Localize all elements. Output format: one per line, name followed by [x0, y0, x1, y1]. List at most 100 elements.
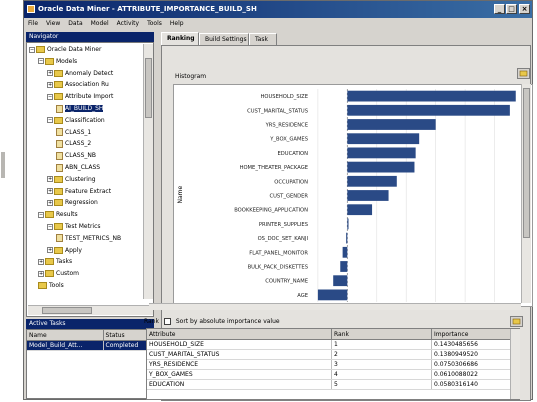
col-importance[interactable]: Importance [431, 329, 519, 340]
attribute-cell: EDUCATION [147, 379, 332, 390]
navigator-vertical-scrollbar[interactable] [143, 44, 153, 299]
menu-data[interactable]: Data [64, 18, 86, 30]
table-options-button[interactable] [510, 316, 523, 327]
folder-icon [45, 258, 54, 266]
importance-bar[interactable] [347, 104, 510, 116]
tree-item[interactable]: − Attribute Import [47, 92, 113, 101]
rank-cell: 3 [331, 359, 432, 370]
menu-view[interactable]: View [42, 18, 64, 30]
menu-file[interactable]: File [24, 18, 42, 30]
table-row[interactable]: EDUCATION 5 0.0580316140 [147, 379, 519, 390]
expand-icon[interactable]: + [47, 81, 53, 88]
plot-scroll-thumb[interactable] [523, 88, 530, 238]
navigator-horizontal-scrollbar[interactable] [28, 305, 153, 315]
tree-item[interactable]: TEST_METRICS_NB [56, 234, 121, 243]
importance-bar[interactable] [347, 204, 373, 216]
tree-item[interactable]: − Classification [47, 116, 105, 125]
tree-item[interactable]: + Regression [47, 198, 98, 207]
expand-icon[interactable]: + [47, 176, 53, 183]
table-row[interactable]: CUST_MARITAL_STATUS 2 0.1380949520 [147, 349, 519, 360]
importance-cell: 0.0610088022 [431, 369, 519, 380]
tree-item[interactable]: ABN_CLASS [56, 163, 100, 172]
tree-item[interactable]: + Apply [47, 246, 82, 255]
collapse-icon[interactable]: − [47, 117, 53, 124]
col-attribute[interactable]: Attribute [147, 329, 332, 340]
folder-icon [45, 211, 54, 219]
plot-horizontal-scrollbar[interactable] [149, 303, 521, 310]
menu-tools[interactable]: Tools [143, 18, 166, 30]
navigator-title: Navigator [26, 32, 154, 42]
task-name: Model_Build_Att... [27, 340, 104, 351]
menu-activity[interactable]: Activity [113, 18, 143, 30]
expand-icon[interactable]: + [38, 270, 44, 277]
plot-vertical-scrollbar[interactable] [521, 84, 531, 303]
tree-item[interactable]: CLASS_2 [56, 139, 91, 148]
tree-item[interactable]: − Results [38, 210, 78, 219]
tab-build-settings[interactable]: Build Settings [199, 33, 249, 45]
tree-item[interactable]: CLASS_NB [56, 151, 96, 160]
tree-item[interactable]: CLASS_1 [56, 128, 91, 137]
expand-icon[interactable]: + [38, 258, 44, 265]
menu-help[interactable]: Help [166, 18, 188, 30]
histogram-plot: Name HOUSEHOLD_SIZE CUST_MARITAL_STATUS YRS… [173, 84, 533, 307]
table-row[interactable]: YRS_RESIDENCE 3 0.0750306686 [147, 359, 519, 370]
importance-bar[interactable] [340, 261, 348, 272]
importance-bar[interactable] [347, 190, 389, 201]
navigator-scroll-thumb[interactable] [145, 58, 152, 118]
minimize-button[interactable]: _ [494, 4, 505, 14]
collapse-icon[interactable]: − [47, 93, 53, 100]
tree-item[interactable]: + Clustering [47, 175, 96, 184]
tab-ranking[interactable]: Ranking [161, 32, 199, 45]
folder-icon [54, 81, 63, 89]
expand-icon[interactable]: + [47, 188, 53, 195]
menu-model[interactable]: Model [87, 18, 113, 30]
importance-bar[interactable] [347, 175, 397, 187]
importance-bar[interactable] [333, 275, 348, 287]
table-row[interactable]: Y_BOX_GAMES 4 0.0610088022 [147, 369, 519, 380]
collapse-icon[interactable]: − [38, 58, 44, 65]
tree-item[interactable]: + Anomaly Detect [47, 69, 113, 78]
tree-item[interactable]: + Feature Extract [47, 187, 111, 196]
tree-item[interactable]: − Oracle Data Miner [29, 45, 101, 54]
menu-bar: File View Data Model Activity Tools Help [24, 18, 532, 30]
importance-bar[interactable] [347, 147, 416, 159]
expand-icon[interactable]: + [47, 70, 53, 77]
importance-bar[interactable] [347, 119, 436, 130]
importance-bar[interactable] [347, 218, 349, 230]
navigator-hscroll-thumb[interactable] [42, 307, 92, 314]
task-row[interactable]: Model_Build_Att... Completed [27, 340, 154, 351]
chart-options-button[interactable] [517, 68, 530, 79]
maximize-button[interactable]: □ [506, 4, 517, 14]
table-vertical-scrollbar[interactable] [510, 329, 520, 399]
sort-absolute-checkbox[interactable] [163, 318, 171, 325]
col-rank[interactable]: Rank [331, 329, 432, 340]
importance-bar[interactable] [347, 161, 415, 173]
category-label: AGE [297, 293, 308, 299]
tree-item-label: Oracle Data Miner [47, 46, 102, 53]
expand-icon[interactable]: + [47, 247, 53, 254]
tab-task[interactable]: Task [249, 33, 277, 45]
importance-bar[interactable] [317, 289, 348, 301]
importance-bar[interactable] [347, 133, 420, 145]
importance-bar[interactable] [342, 246, 348, 258]
collapse-icon[interactable]: − [47, 223, 53, 230]
tree-item-label: Attribute Import [65, 93, 114, 101]
importance-bar[interactable] [346, 232, 348, 244]
tree-item[interactable]: − Models [38, 57, 77, 66]
tree-item[interactable]: + Tasks [38, 257, 72, 266]
tree-item[interactable]: Tools [38, 281, 64, 290]
title-bar[interactable]: Oracle Data Miner - ATTRIBUTE_IMPORTANCE… [24, 1, 532, 18]
importance-bar[interactable] [347, 90, 516, 102]
folder-icon [54, 69, 63, 77]
tasks-col-name[interactable]: Name [27, 330, 104, 341]
tree-item[interactable]: AI_BUILD_SH [56, 104, 104, 113]
table-row[interactable]: HOUSEHOLD_SIZE 1 0.1430485656 [147, 339, 519, 350]
expand-icon[interactable]: + [47, 199, 53, 206]
collapse-icon[interactable]: − [38, 211, 44, 218]
collapse-icon[interactable]: − [29, 46, 35, 53]
tree-item[interactable]: − Test Metrics [47, 222, 101, 231]
tree-item[interactable]: + Custom [38, 269, 79, 278]
tree-item-label: Feature Extract [65, 187, 112, 195]
close-button[interactable]: × [519, 4, 530, 14]
tree-item[interactable]: + Association Ru [47, 80, 109, 89]
